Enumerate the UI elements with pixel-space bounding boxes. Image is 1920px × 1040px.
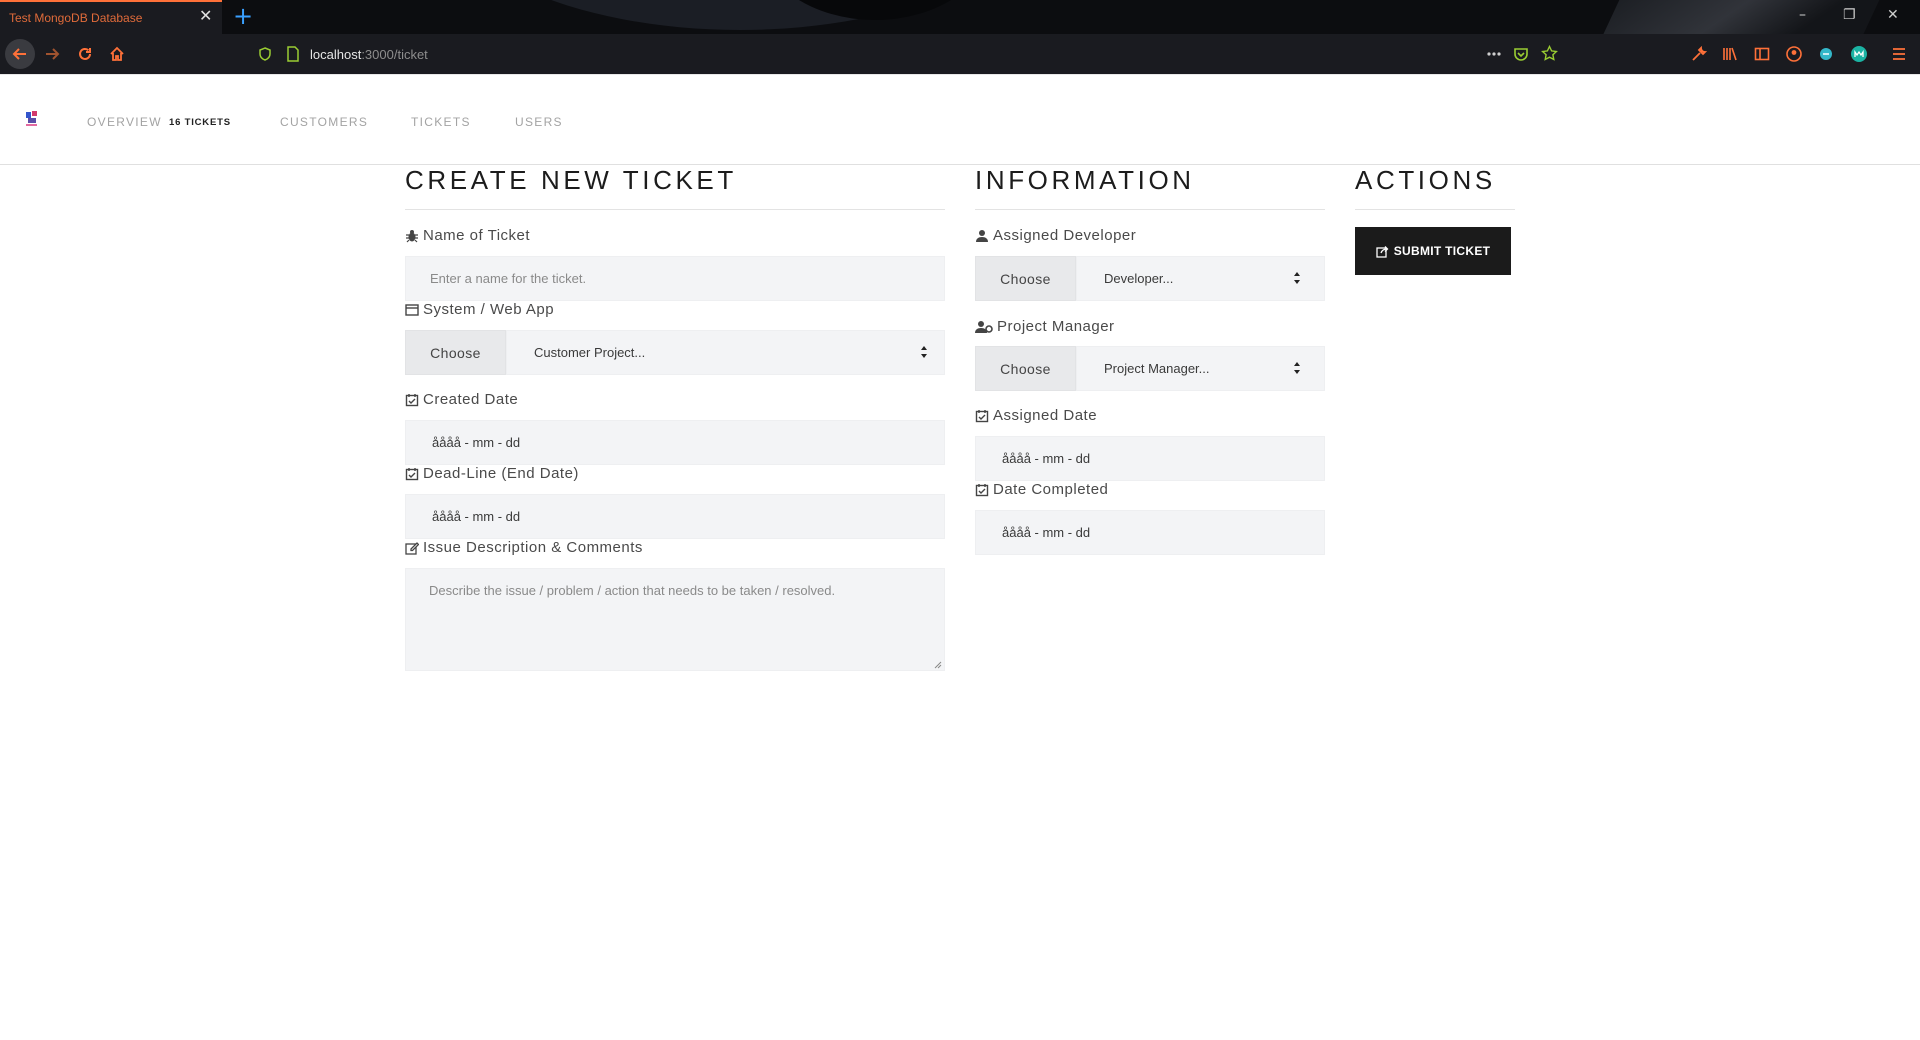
account-icon[interactable] [1786, 46, 1802, 62]
create-title-divider [405, 209, 945, 210]
page-icon[interactable] [286, 46, 300, 62]
actions-title: ACTIONS [1355, 165, 1496, 195]
arrow-right-icon [46, 48, 60, 60]
browser-tab-bar: Test MongoDB Database ✕ + – ❐ ✕ [0, 0, 1920, 34]
created-date-label-text: Created Date [423, 391, 519, 408]
menu-item-overview[interactable]: OVERVIEW [87, 115, 162, 129]
shield-icon[interactable] [258, 47, 272, 61]
assigned-developer-label-text: Assigned Developer [993, 227, 1137, 244]
project-manager-select-value: Project Manager... [1104, 361, 1210, 376]
actions-title-divider [1355, 209, 1515, 210]
ticket-name-input[interactable] [405, 256, 945, 301]
users-cog-icon [975, 320, 993, 333]
developer-choose-addon: Choose [975, 256, 1076, 301]
menu-item-tickets[interactable]: TICKETS [411, 115, 471, 129]
deadline-label-text: Dead-Line (End Date) [423, 465, 579, 482]
share-square-icon [1376, 245, 1389, 258]
user-icon [976, 229, 988, 242]
pocket-icon[interactable] [1513, 46, 1529, 62]
window-icon [405, 303, 419, 316]
calendar-check-icon [405, 467, 419, 480]
close-window-button[interactable]: ✕ [1887, 7, 1899, 23]
forward-button[interactable] [37, 39, 67, 69]
site-logo[interactable] [24, 110, 40, 128]
submit-ticket-button[interactable]: SUBMIT TICKET [1355, 227, 1511, 275]
information-title-divider [975, 209, 1325, 210]
system-label: System / Web App [405, 301, 554, 318]
assigned-date-label: Assigned Date [975, 407, 1097, 424]
minimize-window-button[interactable]: – [1799, 7, 1806, 23]
select-arrows-icon [1294, 362, 1300, 374]
project-manager-select[interactable]: Project Manager... [1076, 346, 1325, 391]
url-path: :3000/ticket [361, 47, 428, 62]
theme-background-arc [430, 0, 1050, 30]
url-bar[interactable]: localhost:3000/ticket [250, 40, 1560, 68]
project-manager-select-group: Choose Project Manager... [975, 346, 1325, 391]
ticket-name-label: Name of Ticket [405, 227, 530, 244]
menu-item-users[interactable]: USERS [515, 115, 563, 129]
menu-item-customers[interactable]: CUSTOMERS [280, 115, 368, 129]
date-completed-label: Date Completed [975, 481, 1108, 498]
developer-select-value: Developer... [1104, 271, 1174, 286]
profile-extension-icon[interactable] [1850, 45, 1868, 63]
restore-window-button[interactable]: ❐ [1843, 7, 1856, 23]
create-ticket-title: CREATE NEW TICKET [405, 165, 737, 195]
submit-ticket-label: SUBMIT TICKET [1393, 244, 1491, 258]
hamburger-menu-icon[interactable] [1891, 46, 1907, 62]
tab-close-icon[interactable]: ✕ [199, 8, 212, 26]
calendar-check-icon [975, 409, 989, 422]
issue-description-textarea[interactable] [405, 568, 945, 671]
developer-select-group: Choose Developer... [975, 256, 1325, 301]
resize-grip-icon[interactable] [934, 661, 942, 669]
ticket-name-label-text: Name of Ticket [423, 227, 531, 244]
bug-icon [406, 229, 418, 242]
project-manager-choose-addon: Choose [975, 346, 1076, 391]
deadline-label: Dead-Line (End Date) [405, 465, 579, 482]
system-select[interactable]: Customer Project... [506, 330, 945, 375]
system-choose-addon: Choose [405, 330, 506, 375]
select-arrows-icon [1294, 272, 1300, 284]
extension-icon[interactable] [1818, 46, 1834, 62]
sidebar-icon[interactable] [1754, 46, 1770, 62]
reload-icon [79, 47, 91, 60]
home-button[interactable] [102, 39, 132, 69]
system-label-text: System / Web App [423, 301, 555, 318]
new-tab-button[interactable]: + [233, 3, 253, 29]
assigned-date-input[interactable]: åååå - mm - dd [975, 436, 1325, 481]
date-completed-input[interactable]: åååå - mm - dd [975, 510, 1325, 555]
assigned-developer-label: Assigned Developer [975, 227, 1136, 244]
home-icon [110, 46, 124, 61]
url-host: localhost [310, 47, 362, 62]
deadline-date-input[interactable]: åååå - mm - dd [405, 494, 945, 539]
created-date-label: Created Date [405, 391, 518, 408]
calendar-check-icon [405, 393, 419, 406]
site-header: OVERVIEW 16 TICKETS CUSTOMERS TICKETS US… [0, 74, 1920, 165]
browser-tab-active[interactable]: Test MongoDB Database ✕ [0, 0, 222, 34]
browser-nav-bar: localhost:3000/ticket [0, 34, 1920, 74]
developer-select[interactable]: Developer... [1076, 256, 1325, 301]
edit-icon [405, 541, 419, 555]
tab-title: Test MongoDB Database [9, 11, 143, 25]
issue-description-label-text: Issue Description & Comments [423, 539, 643, 556]
system-select-group: Choose Customer Project... [405, 330, 945, 375]
back-button[interactable] [5, 39, 35, 69]
reload-button[interactable] [70, 39, 100, 69]
created-date-input[interactable]: åååå - mm - dd [405, 420, 945, 465]
bookmark-star-icon[interactable] [1541, 45, 1558, 62]
project-manager-label-text: Project Manager [997, 318, 1115, 335]
information-title: INFORMATION [975, 165, 1195, 195]
date-completed-label-text: Date Completed [993, 481, 1109, 498]
calendar-check-icon [975, 483, 989, 496]
assigned-date-label-text: Assigned Date [993, 407, 1098, 424]
url-text[interactable]: localhost:3000/ticket [310, 47, 428, 62]
arrow-left-icon [12, 48, 26, 60]
wrench-icon[interactable] [1691, 46, 1707, 62]
issue-description-label: Issue Description & Comments [405, 539, 643, 556]
system-select-value: Customer Project... [534, 345, 646, 360]
select-arrows-icon [921, 346, 927, 358]
library-icon[interactable] [1722, 46, 1738, 62]
more-actions-icon[interactable] [1486, 47, 1502, 61]
overview-ticket-count-badge: 16 TICKETS [169, 117, 231, 128]
project-manager-label: Project Manager [975, 318, 1115, 335]
